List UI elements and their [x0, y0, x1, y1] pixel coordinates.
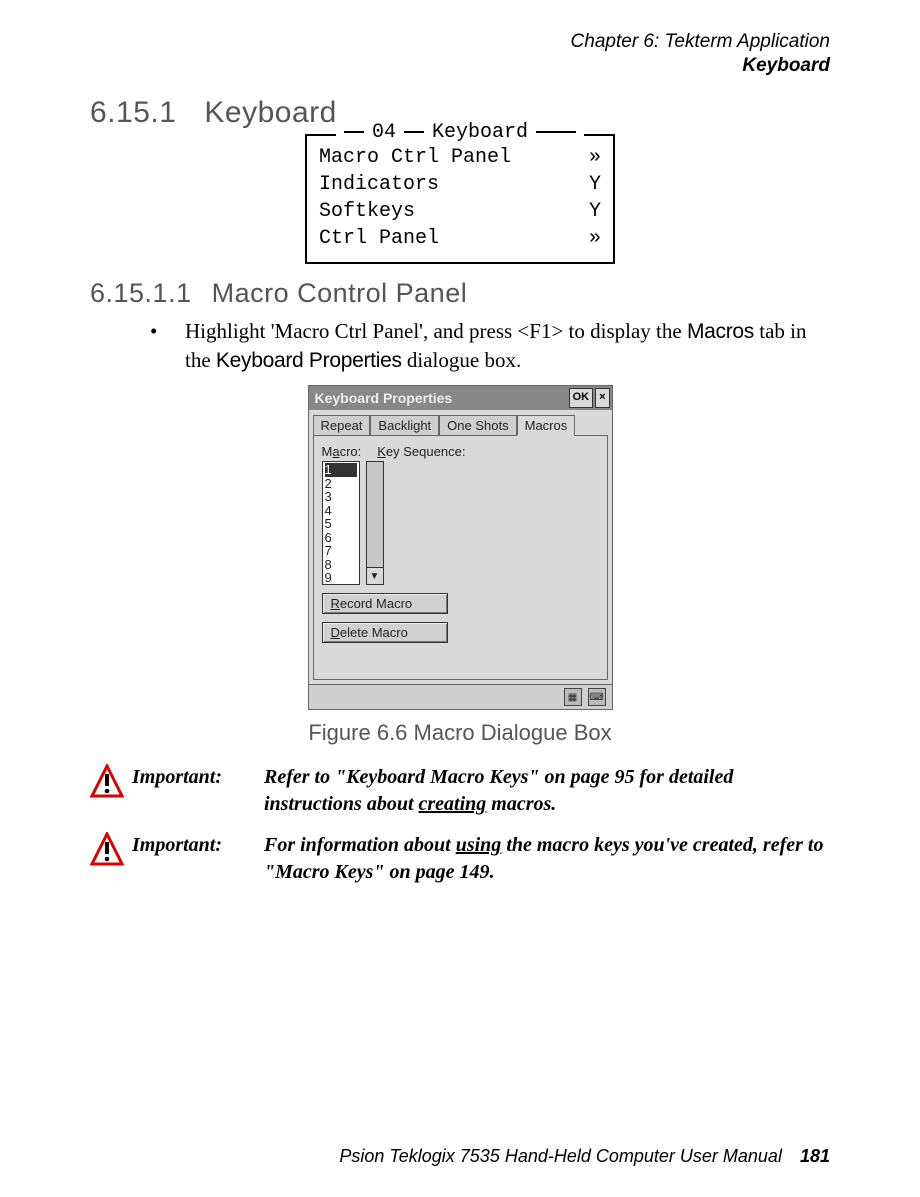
tab-repeat[interactable]: Repeat: [313, 415, 371, 436]
page-footer: Psion Teklogix 7535 Hand-Held Computer U…: [339, 1146, 830, 1167]
key-sequence-label: Key Sequence:: [377, 444, 465, 459]
dialog-title: Keyboard Properties: [315, 390, 453, 406]
tab-macros[interactable]: Macros: [517, 415, 576, 436]
scrollbar[interactable]: ▼: [366, 461, 384, 585]
menu-row: Macro Ctrl Panel»: [319, 144, 601, 171]
ok-button[interactable]: OK: [569, 388, 594, 408]
macro-listbox[interactable]: 1 2 3 4 5 6 7 8 9: [322, 461, 360, 585]
important-callout-1: Important: Refer to "Keyboard Macro Keys…: [90, 764, 830, 818]
list-item[interactable]: 9: [325, 570, 332, 585]
tray-icon[interactable]: ▦: [564, 688, 582, 706]
rule-icon: [344, 131, 364, 133]
taskbar: ▦ ⌨: [309, 684, 612, 709]
close-button[interactable]: ×: [595, 388, 609, 408]
tab-one-shots[interactable]: One Shots: [439, 415, 516, 436]
scroll-down-icon[interactable]: ▼: [367, 567, 383, 584]
section-name: Keyboard: [90, 54, 830, 78]
keyboard-properties-dialog: Keyboard Properties OK × Repeat Backligh…: [308, 385, 613, 710]
figure-caption: Figure 6.6 Macro Dialogue Box: [90, 720, 830, 746]
body-paragraph: • Highlight 'Macro Ctrl Panel', and pres…: [150, 317, 830, 376]
tabs: Repeat Backlight One Shots Macros: [309, 410, 612, 435]
list-item[interactable]: 1: [325, 463, 357, 477]
terminal-legend: 04 Keyboard: [336, 121, 584, 144]
record-macro-button[interactable]: Record Macro: [322, 593, 448, 614]
menu-row: IndicatorsY: [319, 171, 601, 198]
warning-icon: [90, 832, 132, 871]
tab-backlight[interactable]: Backlight: [370, 415, 439, 436]
delete-macro-button[interactable]: Delete Macro: [322, 622, 448, 643]
important-callout-2: Important: For information about using t…: [90, 832, 830, 886]
menu-row: Ctrl Panel»: [319, 225, 601, 252]
bullet-icon: •: [150, 317, 185, 376]
chapter-title: Chapter 6: Tekterm Application: [90, 30, 830, 54]
tab-panel-macros: Macro: Key Sequence: 1 2 3 4 5 6 7 8 9 ▼: [313, 435, 608, 680]
keyboard-tray-icon[interactable]: ⌨: [588, 688, 606, 706]
page-header: Chapter 6: Tekterm Application Keyboard: [90, 30, 830, 78]
section-heading-2: 6.15.1.1Macro Control Panel: [90, 278, 830, 309]
dialog-titlebar: Keyboard Properties OK ×: [309, 386, 612, 410]
terminal-menu: 04 Keyboard Macro Ctrl Panel» Indicators…: [305, 134, 615, 264]
menu-row: SoftkeysY: [319, 198, 601, 225]
warning-icon: [90, 764, 132, 803]
macro-label: Macro:: [322, 444, 362, 459]
rule-icon: [404, 131, 424, 133]
rule-icon: [536, 131, 576, 133]
